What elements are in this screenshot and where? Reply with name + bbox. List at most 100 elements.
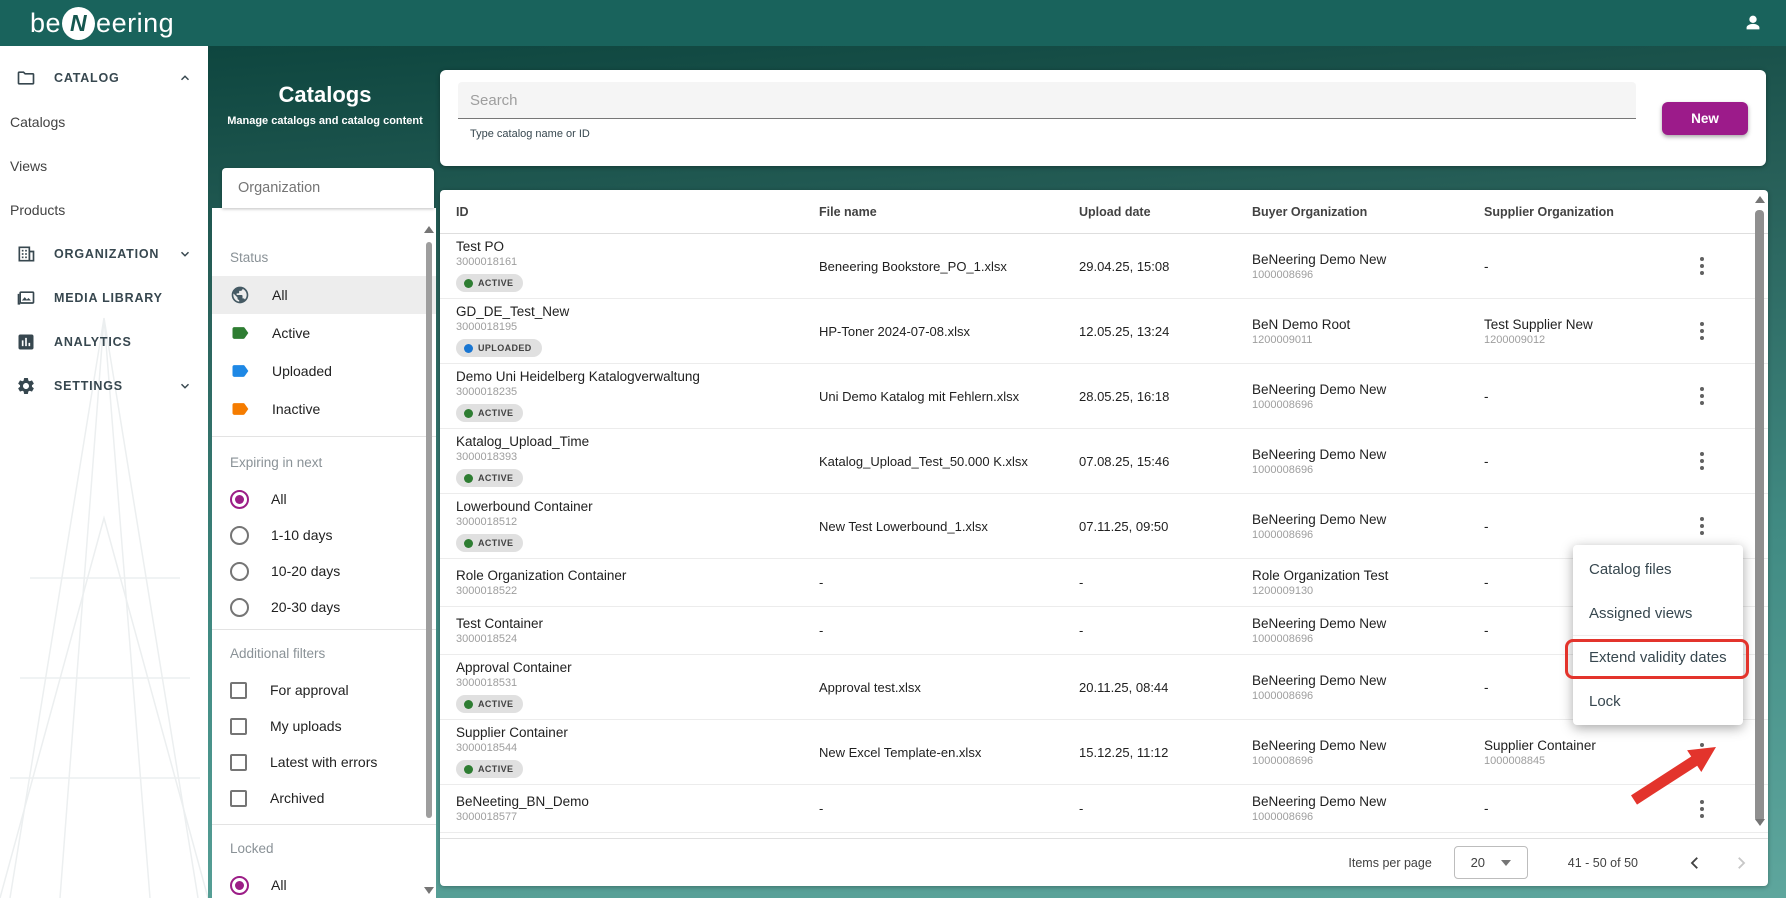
filter-panel: Status All Active Uploaded Inactive Expi… [212, 208, 436, 898]
filter-scrollbar-thumb[interactable] [426, 242, 432, 818]
sidebar-subnav-item[interactable]: Catalogs [0, 100, 208, 144]
radio-option[interactable]: All [212, 867, 436, 898]
locked-filter-label: Locked [230, 840, 274, 856]
radio-option-label: 20-30 days [271, 599, 341, 615]
pagination-range: 41 - 50 of 50 [1567, 855, 1638, 870]
organization-filter-input[interactable] [222, 168, 434, 208]
upload-date-cell: - [1079, 801, 1084, 816]
sidebar-item-media-library[interactable]: MEDIA LIBRARY [0, 276, 208, 320]
column-header-file-name: File name [819, 204, 877, 219]
previous-page-button[interactable] [1686, 854, 1704, 872]
radio-option[interactable]: 10-20 days [212, 553, 436, 589]
radio-option-label: All [271, 877, 287, 893]
radio-icon [230, 597, 249, 617]
checkbox-icon [230, 681, 247, 699]
sidebar-item-organization[interactable]: ORGANIZATION [0, 232, 208, 276]
checkbox-option[interactable]: Latest with errors [212, 744, 436, 780]
supplier-org-name: - [1484, 518, 1489, 534]
checkbox-option-label: My uploads [270, 718, 342, 734]
buyer-org-name: BeNeering Demo New [1252, 381, 1387, 397]
table-row[interactable]: Demo Uni Heidelberg Katalogverwaltung 30… [440, 364, 1768, 429]
table-scrollbar-down-icon[interactable] [1755, 819, 1765, 826]
buyer-org-id: 1000008696 [1252, 754, 1314, 767]
supplier-org-name: Test Supplier New [1484, 316, 1593, 332]
row-actions-kebab-icon[interactable] [1695, 795, 1709, 823]
context-menu-item[interactable]: Extend validity dates [1573, 635, 1743, 679]
table-row[interactable]: BeNeeting_BN_Demo 3000018577 - - BeNeeri… [440, 785, 1768, 833]
supplier-org-name: - [1484, 388, 1489, 404]
context-menu-item[interactable]: Catalog files [1573, 547, 1743, 591]
status-filter-option[interactable]: Active [212, 314, 436, 352]
table-row[interactable]: Test Container 3000018524 - - BeNeering … [440, 607, 1768, 655]
chevron-down-icon [178, 379, 192, 393]
radio-option-label: All [271, 491, 287, 507]
table-scrollbar-up-icon[interactable] [1755, 196, 1765, 203]
context-menu-item[interactable]: Lock [1573, 679, 1743, 723]
pagination-bar: Items per page 20 41 - 50 of 50 [440, 838, 1768, 886]
checkbox-option[interactable]: For approval [212, 672, 436, 708]
building-icon [16, 244, 36, 264]
table-row[interactable]: Role Organization Container 3000018522 -… [440, 559, 1768, 607]
column-header-upload-date: Upload date [1079, 204, 1151, 219]
sidebar-item-label: MEDIA LIBRARY [54, 291, 163, 305]
supplier-org-name: - [1484, 453, 1489, 469]
user-account-icon[interactable] [1742, 12, 1764, 34]
status-filter-option[interactable]: Inactive [212, 390, 436, 428]
radio-icon [230, 489, 249, 509]
table-scrollbar-thumb[interactable] [1755, 210, 1764, 822]
row-actions-kebab-icon[interactable] [1695, 738, 1709, 766]
sidebar-item-settings[interactable]: SETTINGS [0, 364, 208, 408]
buyer-org-name: BeNeering Demo New [1252, 672, 1387, 688]
table-row[interactable]: Approval Container 3000018531 ACTIVE App… [440, 655, 1768, 720]
divider [212, 629, 436, 630]
table-row[interactable]: Katalog_Upload_Time 3000018393 ACTIVE Ka… [440, 429, 1768, 494]
status-dot-icon [464, 343, 473, 353]
row-actions-kebab-icon[interactable] [1695, 382, 1709, 410]
status-dot-icon [464, 473, 473, 483]
checkbox-option[interactable]: Archived [212, 780, 436, 816]
globe-icon [230, 285, 250, 305]
sidebar-item-analytics[interactable]: ANALYTICS [0, 320, 208, 364]
gear-icon [16, 376, 36, 396]
row-actions-kebab-icon[interactable] [1695, 512, 1709, 540]
table-row[interactable]: Supplier Container 3000018544 ACTIVE New… [440, 720, 1768, 785]
status-badge: ACTIVE [456, 534, 524, 553]
supplier-org-name: Supplier Container [1484, 737, 1596, 753]
main-content: Catalogs Manage catalogs and catalog con… [208, 46, 1786, 898]
status-filter-option[interactable]: All [212, 276, 436, 314]
table-row[interactable]: Test PO 3000018161 ACTIVE Beneering Book… [440, 234, 1768, 299]
status-filter-label: Status [230, 249, 269, 265]
radio-option[interactable]: 20-30 days [212, 589, 436, 625]
sidebar-subnav-item[interactable]: Products [0, 188, 208, 232]
radio-option[interactable]: 1-10 days [212, 517, 436, 553]
filter-scrollbar-down-icon[interactable] [424, 887, 434, 894]
new-catalog-button[interactable]: New [1662, 102, 1748, 135]
filter-scrollbar-up-icon[interactable] [424, 226, 434, 233]
status-filter-option[interactable]: Uploaded [212, 352, 436, 390]
column-header-buyer-org: Buyer Organization [1252, 204, 1368, 219]
catalog-name: BeNeeting_BN_Demo [456, 794, 589, 809]
logo-text-post: eering [96, 7, 175, 38]
search-input[interactable] [458, 82, 1636, 119]
items-per-page-select[interactable]: 20 [1453, 846, 1528, 879]
radio-option[interactable]: All [212, 481, 436, 517]
catalog-id: 3000018161 [456, 256, 518, 269]
status-badge: ACTIVE [456, 695, 524, 714]
row-actions-kebab-icon[interactable] [1695, 447, 1709, 475]
sidebar-item-catalog[interactable]: CATALOG [0, 56, 208, 100]
row-actions-kebab-icon[interactable] [1695, 252, 1709, 280]
sidebar-item-label: CATALOG [54, 71, 120, 85]
buyer-org-name: BeNeering Demo New [1252, 251, 1387, 267]
buyer-org-id: 1000008696 [1252, 268, 1314, 281]
file-name-cell: New Test Lowerbound_1.xlsx [819, 518, 988, 534]
context-menu-item[interactable]: Assigned views [1573, 591, 1743, 635]
table-row[interactable]: Lowerbound Container 3000018512 ACTIVE N… [440, 494, 1768, 559]
buyer-org-id: 1000008696 [1252, 528, 1314, 541]
row-actions-kebab-icon[interactable] [1695, 317, 1709, 345]
catalog-id: 3000018235 [456, 386, 518, 399]
sidebar-subnav-item[interactable]: Views [0, 144, 208, 188]
checkbox-option[interactable]: My uploads [212, 708, 436, 744]
media-library-icon [16, 288, 36, 308]
table-row[interactable]: GD_DE_Test_New 3000018195 UPLOADED HP-To… [440, 299, 1768, 364]
catalog-table-card: ID File name Upload date Buyer Organizat… [440, 190, 1768, 886]
